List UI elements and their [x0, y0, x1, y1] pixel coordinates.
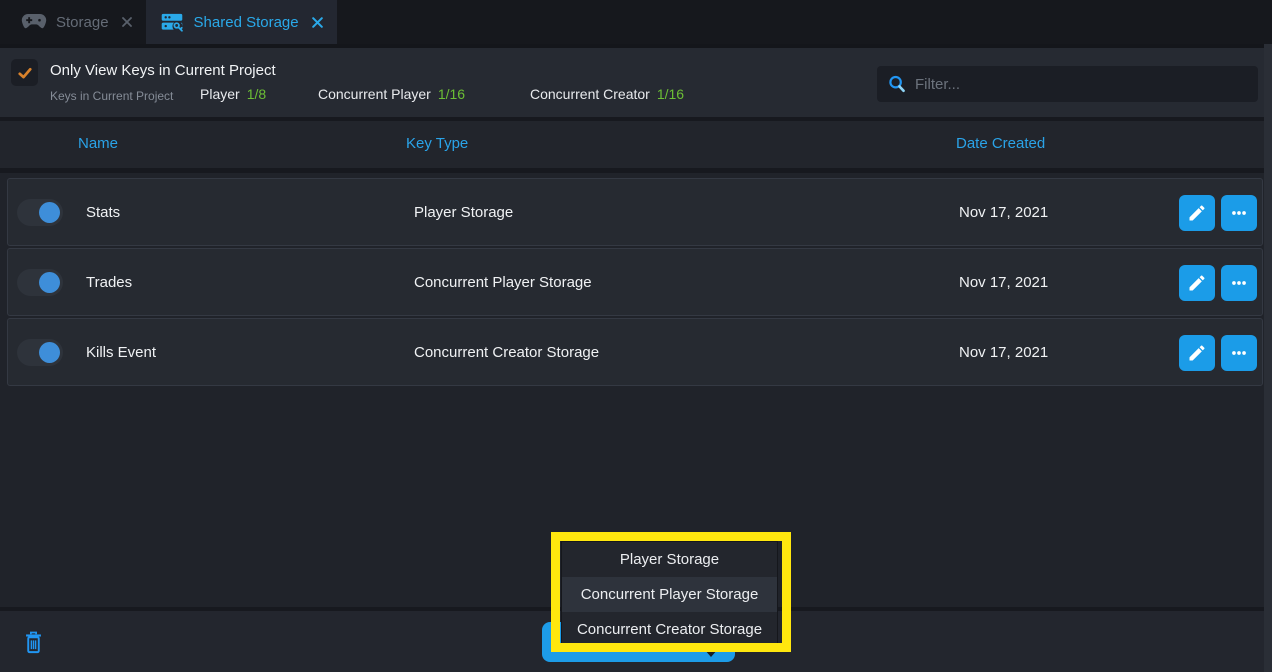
chevron-down-icon: [704, 649, 718, 657]
row-enabled-toggle[interactable]: [17, 269, 63, 296]
shared-storage-icon: [159, 9, 185, 35]
row-name: Stats: [86, 179, 120, 245]
ellipsis-icon: [1228, 272, 1250, 294]
tab-shared-storage-label: Shared Storage: [194, 14, 299, 31]
ellipsis-icon: [1228, 342, 1250, 364]
row-enabled-toggle[interactable]: [17, 199, 63, 226]
row-date-created: Nov 17, 2021: [959, 319, 1048, 385]
more-actions-button[interactable]: [1221, 335, 1257, 371]
column-header-name[interactable]: Name: [78, 135, 118, 152]
shared-storage-window: Storage Shared Storage: [0, 0, 1272, 672]
row-enabled-toggle[interactable]: [17, 339, 63, 366]
pencil-icon: [1187, 343, 1207, 363]
row-date-created: Nov 17, 2021: [959, 249, 1048, 315]
tab-shared-storage-close-icon[interactable]: [311, 16, 324, 29]
row-key-type: Concurrent Player Storage: [414, 249, 592, 315]
row-key-type: Player Storage: [414, 179, 513, 245]
concurrent-player-quota: Concurrent Player1/16: [318, 86, 465, 102]
table-row: Stats Player Storage Nov 17, 2021: [7, 178, 1263, 246]
player-quota: Player1/8: [200, 86, 266, 102]
concurrent-creator-quota: Concurrent Creator1/16: [530, 86, 684, 102]
edit-key-button[interactable]: [1179, 195, 1215, 231]
tab-shared-storage[interactable]: Shared Storage: [146, 0, 337, 44]
more-actions-button[interactable]: [1221, 195, 1257, 231]
toggle-knob: [39, 342, 60, 363]
scrollbar-track[interactable]: [1264, 44, 1272, 672]
row-name: Trades: [86, 249, 132, 315]
column-header-date-created[interactable]: Date Created: [956, 135, 1045, 152]
row-name: Kills Event: [86, 319, 156, 385]
toggle-knob: [39, 202, 60, 223]
ellipsis-icon: [1228, 202, 1250, 224]
search-icon: [887, 74, 907, 94]
checkmark-icon: [16, 64, 34, 82]
divider: [0, 168, 1272, 173]
menu-item-player-storage[interactable]: Player Storage: [562, 542, 777, 577]
table-row: Trades Concurrent Player Storage Nov 17,…: [7, 248, 1263, 316]
gamepad-icon: [21, 12, 47, 32]
keys-in-project-label: Keys in Current Project: [50, 89, 173, 103]
column-header-key-type[interactable]: Key Type: [406, 135, 468, 152]
delete-key-button[interactable]: [20, 627, 46, 657]
more-actions-button[interactable]: [1221, 265, 1257, 301]
table-row: Kills Event Concurrent Creator Storage N…: [7, 318, 1263, 386]
tab-bar: Storage Shared Storage: [0, 0, 1272, 44]
edit-key-button[interactable]: [1179, 335, 1215, 371]
filter-input[interactable]: [915, 76, 1248, 93]
tab-storage[interactable]: Storage: [8, 0, 146, 44]
pencil-icon: [1187, 273, 1207, 293]
header-title: Only View Keys in Current Project: [50, 62, 276, 79]
header-band: Only View Keys in Current Project Keys i…: [0, 48, 1272, 117]
pencil-icon: [1187, 203, 1207, 223]
only-view-keys-checkbox[interactable]: [11, 59, 38, 86]
concurrent-creator-quota-value: 1/16: [657, 86, 684, 102]
row-date-created: Nov 17, 2021: [959, 179, 1048, 245]
filter-box: [877, 66, 1258, 102]
tab-storage-close-icon[interactable]: [121, 16, 133, 28]
row-key-type: Concurrent Creator Storage: [414, 319, 599, 385]
menu-item-concurrent-creator-storage[interactable]: Concurrent Creator Storage: [562, 612, 777, 647]
trash-icon: [23, 630, 44, 655]
menu-item-concurrent-player-storage[interactable]: Concurrent Player Storage: [562, 577, 777, 612]
edit-key-button[interactable]: [1179, 265, 1215, 301]
key-type-dropdown-menu: Player Storage Concurrent Player Storage…: [561, 541, 778, 648]
table-header: Name Key Type Date Created: [0, 121, 1272, 168]
concurrent-player-quota-value: 1/16: [438, 86, 465, 102]
toggle-knob: [39, 272, 60, 293]
player-quota-value: 1/8: [247, 86, 266, 102]
tab-storage-label: Storage: [56, 14, 109, 31]
